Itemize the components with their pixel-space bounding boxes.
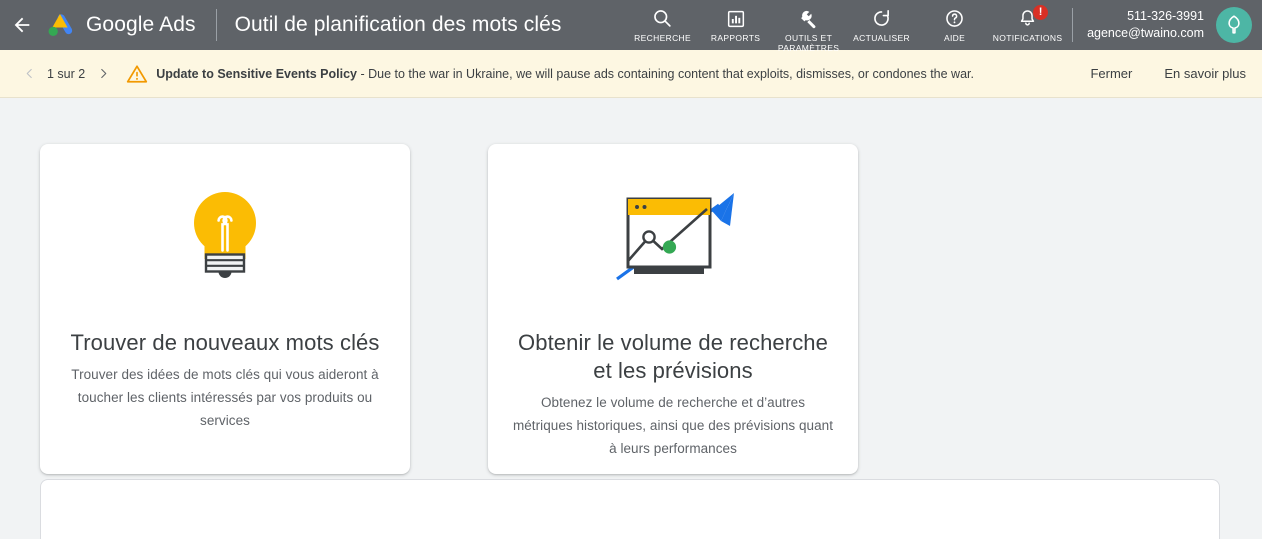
account-id: 511-326-3991 — [1127, 9, 1204, 23]
policy-close-button[interactable]: Fermer — [1090, 66, 1132, 81]
header-tool-actualiser[interactable]: ACTUALISER — [845, 5, 918, 43]
card-search-volume-forecasts[interactable]: Obtenir le volume de recherche et les pr… — [488, 144, 858, 474]
bottom-panel — [40, 479, 1220, 539]
header-tool-label: AIDE — [943, 33, 966, 43]
account-info[interactable]: 511-326-3991 agence@twaino.com — [1087, 8, 1204, 42]
header-tool-label: NOTIFICATIONS — [992, 33, 1063, 43]
back-button[interactable] — [0, 0, 44, 50]
help-icon — [944, 7, 965, 30]
app-header: Google Ads Outil de planification des mo… — [0, 0, 1262, 53]
brand-logo-link[interactable]: Google Ads — [44, 11, 196, 39]
main-content: Trouver de nouveaux mots clés Trouver de… — [0, 98, 1262, 539]
policy-pager-text: 1 sur 2 — [47, 66, 86, 81]
header-tool-outils-parametres[interactable]: OUTILS ET PARAMÈTRES — [772, 5, 845, 53]
refresh-icon — [871, 7, 892, 30]
card-find-new-keywords[interactable]: Trouver de nouveaux mots clés Trouver de… — [40, 144, 410, 474]
warning-triangle-icon — [126, 63, 148, 85]
policy-learn-more-button[interactable]: En savoir plus — [1164, 66, 1246, 81]
header-tool-label: OUTILS ET PARAMÈTRES — [777, 33, 840, 53]
card-artwork — [62, 144, 388, 329]
header-tool-label: ACTUALISER — [853, 33, 911, 43]
search-icon — [652, 7, 673, 30]
leaf-avatar-icon — [1228, 15, 1240, 34]
header-tool-recherche[interactable]: RECHERCHE — [626, 5, 699, 43]
avatar[interactable] — [1216, 7, 1252, 43]
policy-next-button[interactable] — [92, 62, 114, 86]
account-email: agence@twaino.com — [1087, 26, 1204, 40]
header-tool-notifications[interactable]: ! NOTIFICATIONS — [991, 5, 1064, 43]
card-artwork — [510, 144, 836, 329]
policy-notification-bar: 1 sur 2 Update to Sensitive Events Polic… — [0, 50, 1262, 98]
reports-icon — [726, 7, 746, 30]
notifications-badge: ! — [1033, 5, 1049, 20]
header-tool-label: RAPPORTS — [710, 33, 761, 43]
chevron-right-icon — [100, 68, 107, 79]
header-divider-right — [1072, 8, 1074, 42]
chevron-left-icon — [26, 68, 32, 79]
policy-pager: 1 sur 2 — [18, 62, 114, 86]
policy-message-body: - Due to the war in Ukraine, we will pau… — [356, 66, 974, 81]
card-description: Obtenez le volume de recherche et d’autr… — [512, 395, 834, 456]
growth-chart-icon — [615, 192, 734, 280]
wrench-icon — [798, 7, 820, 30]
policy-prev-button[interactable] — [18, 62, 40, 86]
brand-title: Google Ads — [86, 13, 196, 36]
header-tools: RECHERCHE RAPPORTS OUTILS ET PARAMÈTRES … — [626, 0, 1064, 53]
header-tool-rapports[interactable]: RAPPORTS — [699, 5, 772, 43]
card-title: Obtenir le volume de recherche et les pr… — [518, 330, 828, 383]
card-description: Trouver des idées de mots clés qui vous … — [71, 367, 379, 428]
google-ads-logo-icon — [48, 14, 73, 37]
page-title: Outil de planification des mots clés — [234, 13, 562, 36]
policy-message: Update to Sensitive Events Policy - Due … — [156, 67, 974, 81]
header-tool-label: RECHERCHE — [634, 33, 692, 43]
policy-message-title: Update to Sensitive Events Policy — [156, 66, 357, 81]
option-cards: Trouver de nouveaux mots clés Trouver de… — [40, 144, 1262, 474]
lightbulb-icon — [194, 192, 256, 278]
header-divider — [215, 9, 217, 41]
header-tool-aide[interactable]: AIDE — [918, 5, 991, 43]
arrow-left-icon — [14, 17, 30, 33]
card-title: Trouver de nouveaux mots clés — [70, 330, 380, 355]
